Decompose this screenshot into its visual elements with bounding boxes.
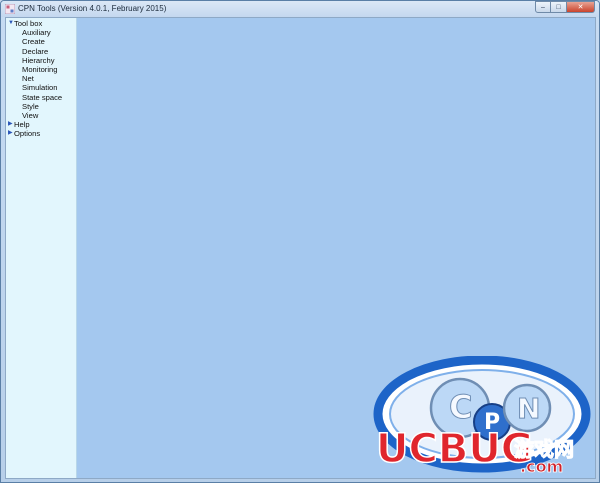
tree-item-tool-box[interactable]: ▼ Tool box [8, 19, 62, 28]
minimize-icon: – [541, 3, 545, 11]
wm-letter-c: C [449, 388, 472, 426]
maximize-icon: □ [556, 3, 561, 11]
wm-domain: .com [520, 457, 563, 476]
tree-item-simulation[interactable]: Simulation [8, 83, 62, 92]
close-icon: ✕ [577, 4, 584, 11]
watermark-logo: C P N UCBUG 游戏网 .com [373, 356, 591, 476]
wm-brand: UCBUG [376, 426, 534, 472]
tree-item-label: View [22, 110, 39, 120]
tree-item-declare[interactable]: Declare [8, 47, 62, 56]
tree-item-label: Style [22, 101, 39, 111]
tree-item-label: Options [14, 129, 41, 139]
tree-item-create[interactable]: Create [8, 37, 62, 46]
tree-item-view[interactable]: View [8, 111, 62, 120]
minimize-button[interactable]: – [535, 1, 551, 13]
tree-item-label: Simulation [22, 83, 58, 93]
close-button[interactable]: ✕ [567, 1, 595, 13]
tree-item-net[interactable]: Net [8, 74, 62, 83]
index-tree: ▼ Tool box Auxiliary Create Declare Hier… [8, 19, 62, 138]
tree-item-monitoring[interactable]: Monitoring [8, 65, 62, 74]
tree-item-label: Auxiliary [22, 28, 51, 38]
window-controls: – □ ✕ [535, 1, 595, 13]
tree-item-label: Help [14, 120, 30, 130]
tree-item-label: Tool box [14, 19, 43, 28]
index-sidebar: ▼ Tool box Auxiliary Create Declare Hier… [6, 18, 77, 478]
tree-item-label: Net [22, 74, 34, 84]
window-title: CPN Tools (Version 4.0.1, February 2015) [18, 4, 167, 13]
tree-item-label: State space [22, 92, 63, 102]
tree-item-help[interactable]: ▶ Help [8, 120, 62, 129]
tree-item-label: Hierarchy [22, 55, 55, 65]
tree-item-label: Declare [22, 46, 49, 56]
tree-item-auxiliary[interactable]: Auxiliary [8, 28, 62, 37]
tree-item-options[interactable]: ▶ Options [8, 129, 62, 138]
title-bar[interactable]: CPN Tools (Version 4.0.1, February 2015)… [1, 1, 599, 17]
tree-item-style[interactable]: Style [8, 102, 62, 111]
tree-item-label: Monitoring [22, 64, 58, 74]
wm-letter-n: N [517, 392, 540, 425]
tree-item-hierarchy[interactable]: Hierarchy [8, 56, 62, 65]
tree-item-label: Create [22, 37, 45, 47]
maximize-button[interactable]: □ [551, 1, 567, 13]
cpn-app-icon [5, 4, 15, 14]
tree-item-state-space[interactable]: State space [8, 93, 62, 102]
